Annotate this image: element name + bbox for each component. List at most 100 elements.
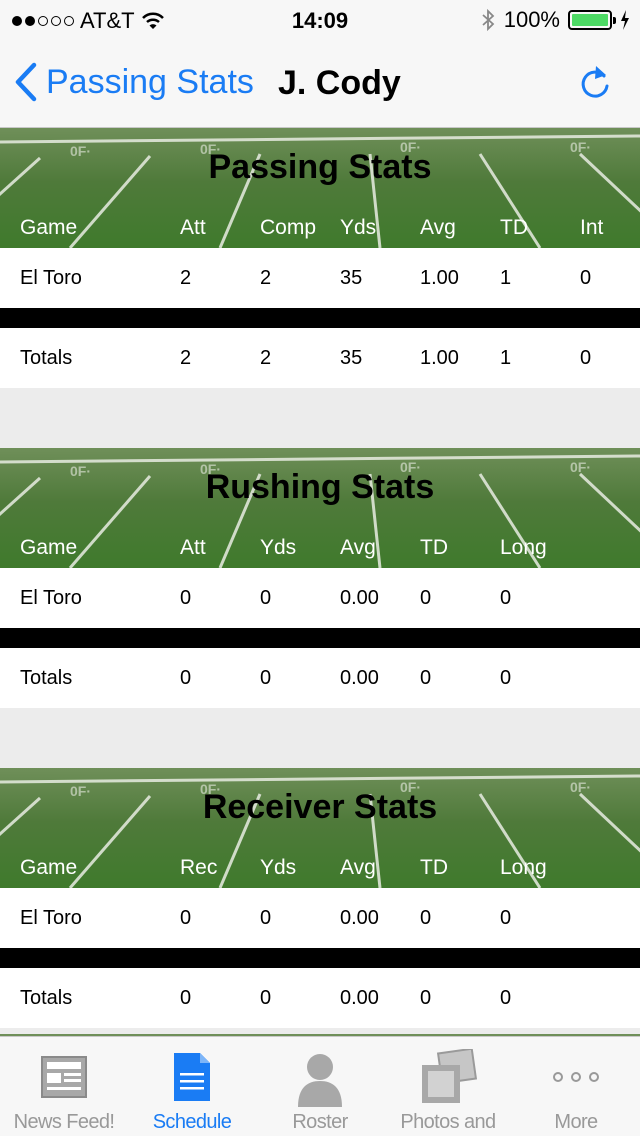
- page-title: J. Cody: [278, 64, 401, 102]
- column-header-int: Int: [580, 216, 604, 239]
- total-int: 0: [580, 347, 592, 369]
- refresh-icon: [581, 66, 609, 98]
- section-title: Rushing Stats: [205, 468, 435, 506]
- total-long: 0: [500, 667, 512, 689]
- cell-att: 0: [180, 587, 192, 609]
- column-header-rec: Rec: [180, 856, 218, 879]
- charging-bolt-icon: [621, 10, 629, 30]
- tab-label: Schedule: [152, 1111, 232, 1133]
- newspaper-icon: [41, 1056, 87, 1098]
- column-header-avg: Avg: [340, 856, 376, 879]
- cell-int: 0: [580, 267, 592, 289]
- tab-photos-videos[interactable]: Photos and Videos: [384, 1037, 512, 1136]
- column-header-td: TD: [420, 536, 448, 559]
- cell-td: 0: [420, 587, 432, 609]
- rushing-stats-section: 0F· 0F· 0F· 0F· Rushing Stats Game Att Yds …: [0, 448, 640, 708]
- totals-label: Totals: [20, 347, 73, 369]
- column-header-att: Att: [180, 216, 206, 239]
- status-bar: AT&T 14:09 100%: [0, 0, 640, 40]
- cell-comp: 2: [260, 267, 272, 289]
- column-header-td: TD: [420, 856, 448, 879]
- back-button[interactable]: Passing Stats: [14, 62, 254, 102]
- column-header-yds: Yds: [340, 216, 377, 239]
- column-header-avg: Avg: [340, 536, 376, 559]
- tab-more[interactable]: More: [512, 1037, 640, 1136]
- column-header-att: Att: [180, 536, 206, 559]
- total-yds: 0: [260, 987, 272, 1009]
- total-comp: 2: [260, 347, 272, 369]
- total-rec: 0: [180, 987, 192, 1009]
- column-header-comp: Comp: [260, 216, 317, 239]
- tab-roster[interactable]: Roster: [256, 1037, 384, 1136]
- cell-long: 0: [500, 587, 512, 609]
- total-att: 0: [180, 667, 192, 689]
- tab-bar: News Feed! Schedule Roster Photos and Mo…: [0, 1036, 640, 1136]
- field-lines-image: 0F· 0F· 0F· 0F·: [0, 134, 640, 248]
- cell-att: 2: [180, 267, 192, 289]
- photos-icon: [422, 1049, 478, 1103]
- totals-label: Totals: [20, 987, 73, 1009]
- cell-game: El Toro: [20, 267, 82, 289]
- cell-avg: 1.00: [420, 267, 459, 289]
- total-long: 0: [500, 987, 512, 1009]
- receiver-header-banner: 0F· 0F· 0F· 0F· Receiver Stats Game Rec Yds…: [0, 768, 640, 888]
- cell-yds: 35: [340, 267, 363, 289]
- cell-yds: 0: [260, 907, 272, 929]
- tab-label: Roster: [292, 1111, 348, 1133]
- navigation-bar: Passing Stats J. Cody: [0, 40, 640, 128]
- battery-percent: 100%: [503, 7, 560, 32]
- totals-label: Totals: [20, 667, 73, 689]
- totals-row: Totals 2 2 35 1.00 1 0: [0, 328, 640, 388]
- tab-schedule[interactable]: Schedule: [128, 1037, 256, 1136]
- column-header-game: Game: [20, 856, 78, 879]
- cell-rec: 0: [180, 907, 192, 929]
- cell-game: El Toro: [20, 907, 82, 929]
- totals-row: Totals 0 0 0.00 0 0: [0, 648, 640, 708]
- tab-label: Photos and Videos: [400, 1111, 496, 1136]
- refresh-button[interactable]: [578, 62, 612, 107]
- column-header-game: Game: [20, 216, 78, 239]
- table-row[interactable]: El Toro 2 2 35 1.00 1 0: [0, 248, 640, 308]
- cell-yds: 0: [260, 587, 272, 609]
- column-header-td: TD: [500, 216, 528, 239]
- total-yds: 0: [260, 667, 272, 689]
- totals-row: Totals 0 0 0.00 0 0: [0, 968, 640, 1028]
- row-divider: [0, 308, 640, 328]
- cell-avg: 0.00: [340, 587, 379, 609]
- total-avg: 1.00: [420, 347, 459, 369]
- person-icon: [298, 1054, 342, 1107]
- bluetooth-icon: [482, 8, 495, 32]
- cell-game: El Toro: [20, 587, 82, 609]
- column-header-game: Game: [20, 536, 78, 559]
- more-dots-icon: [553, 1072, 599, 1082]
- cell-td: 0: [420, 907, 432, 929]
- row-divider: [0, 628, 640, 648]
- stats-content[interactable]: 0F· 0F· 0F· 0F· Passing Stats Game Att Comp…: [0, 128, 640, 1036]
- passing-stats-section: 0F· 0F· 0F· 0F· Passing Stats Game Att Comp…: [0, 128, 640, 388]
- table-row[interactable]: El Toro 0 0 0.00 0 0: [0, 888, 640, 948]
- passing-header-banner: 0F· 0F· 0F· 0F· Passing Stats Game Att Comp…: [0, 128, 640, 248]
- tab-label: News Feed!: [13, 1111, 115, 1133]
- column-header-long: Long: [500, 856, 547, 879]
- total-avg: 0.00: [340, 667, 379, 689]
- total-avg: 0.00: [340, 987, 379, 1009]
- column-header-long: Long: [500, 536, 547, 559]
- receiver-stats-section: 0F· 0F· 0F· 0F· Receiver Stats Game Rec Yds…: [0, 768, 640, 1028]
- total-td: 0: [420, 987, 432, 1009]
- back-button-label: Passing Stats: [46, 62, 254, 101]
- total-yds: 35: [340, 347, 363, 369]
- tab-news-feed[interactable]: News Feed!: [0, 1037, 128, 1136]
- table-row[interactable]: El Toro 0 0 0.00 0 0: [0, 568, 640, 628]
- row-divider: [0, 948, 640, 968]
- battery-icon: [568, 10, 616, 30]
- total-td: 1: [500, 347, 512, 369]
- total-att: 2: [180, 347, 192, 369]
- cell-avg: 0.00: [340, 907, 379, 929]
- cell-long: 0: [500, 907, 512, 929]
- rushing-header-banner: 0F· 0F· 0F· 0F· Rushing Stats Game Att Yds …: [0, 448, 640, 568]
- column-header-yds: Yds: [260, 856, 297, 879]
- tab-label: More: [554, 1111, 598, 1133]
- document-icon: [174, 1053, 210, 1101]
- cell-td: 1: [500, 267, 512, 289]
- chevron-left-icon: [15, 62, 37, 102]
